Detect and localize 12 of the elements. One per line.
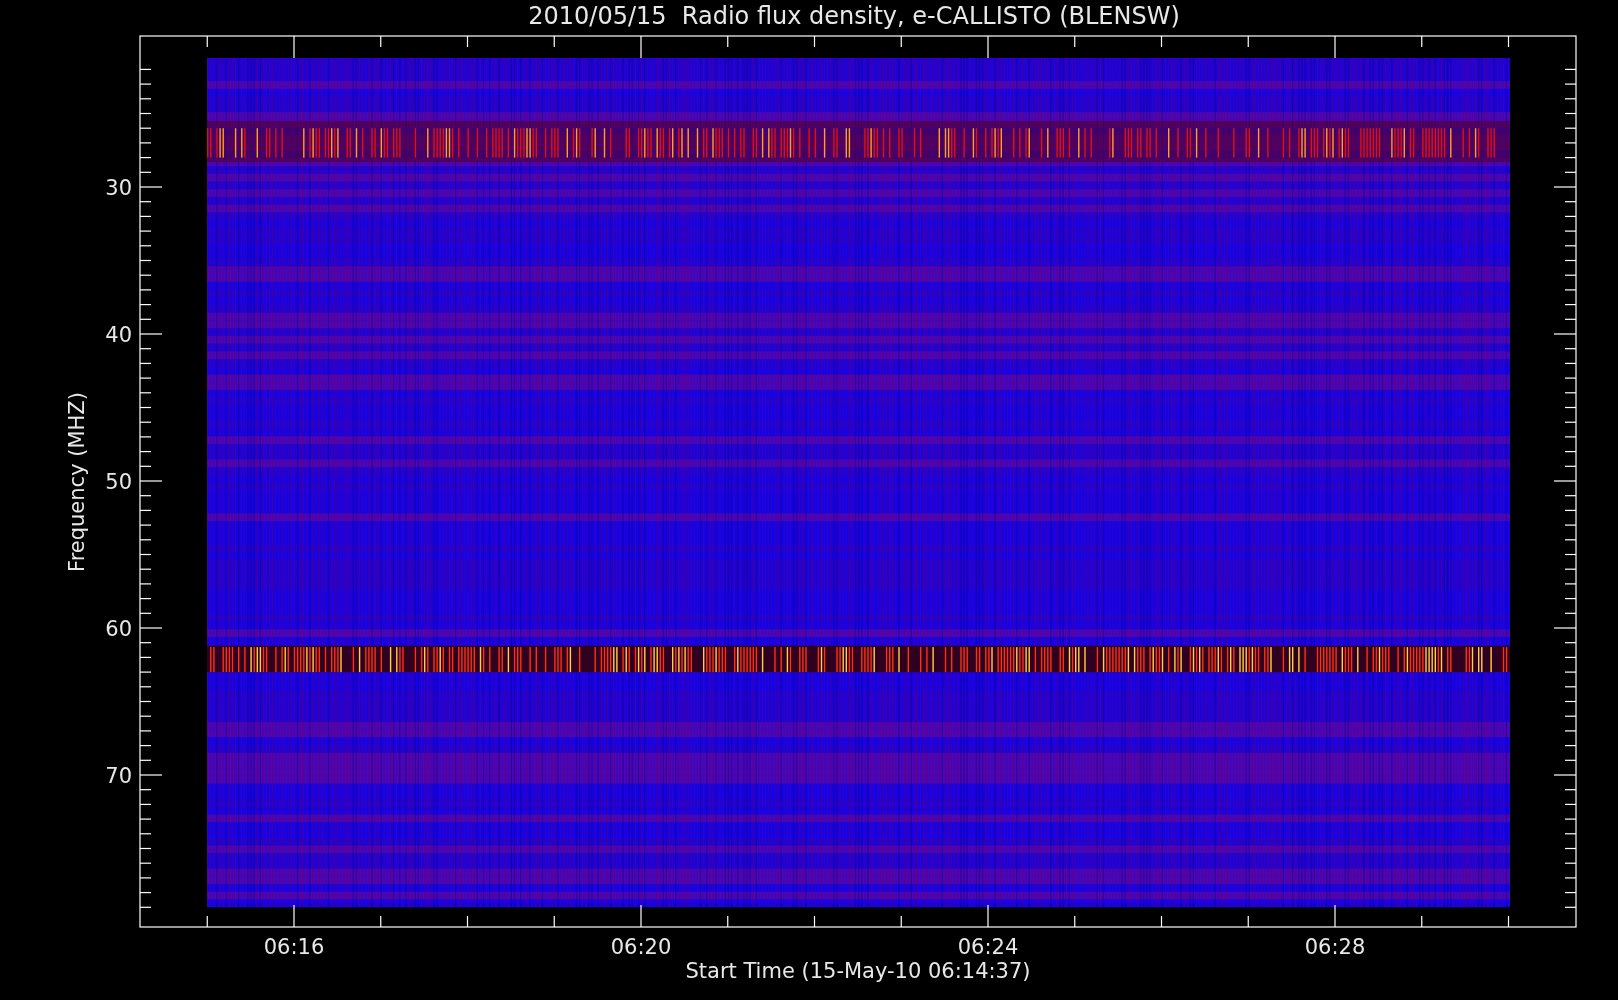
y-tick-label: 60 <box>105 617 132 641</box>
y-tick-label: 40 <box>105 323 132 347</box>
y-tick-label: 30 <box>105 176 132 200</box>
x-tick-label: 06:20 <box>610 935 672 959</box>
chart-title: 2010/05/15 Radio flux density, e-CALLISTO (BLENSW) <box>528 2 1180 30</box>
x-tick-label: 06:24 <box>957 935 1019 959</box>
y-tick-label: 50 <box>105 470 132 494</box>
x-tick-label: 06:28 <box>1304 935 1366 959</box>
x-tick-label: 06:16 <box>263 935 325 959</box>
y-tick-label: 70 <box>105 764 132 788</box>
x-axis-label: Start Time (15-May-10 06:14:37) <box>685 959 1031 983</box>
y-axis-label: Frequency (MHZ) <box>65 392 89 572</box>
